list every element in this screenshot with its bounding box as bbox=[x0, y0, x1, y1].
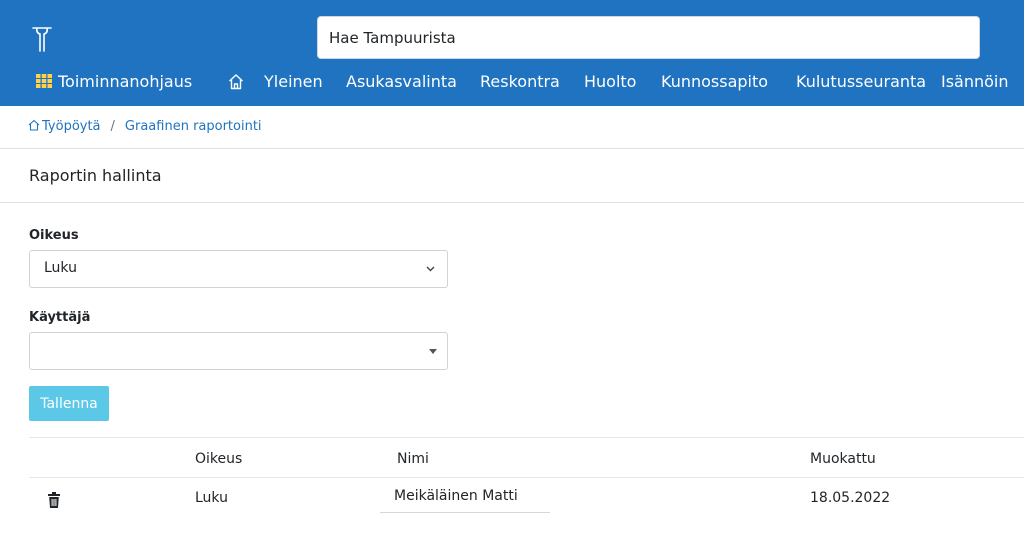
table-cell-oikeus: Luku bbox=[195, 490, 228, 506]
page-title: Raportin hallinta bbox=[29, 166, 162, 185]
kayttaja-select[interactable] bbox=[29, 332, 448, 370]
table-divider bbox=[29, 437, 1024, 438]
nav-item-reskontra[interactable]: Reskontra bbox=[480, 68, 560, 95]
breadcrumb-current: Graafinen raportointi bbox=[124, 119, 262, 134]
nav-item-toiminnanohjaus[interactable]: Toiminnanohjaus bbox=[58, 68, 192, 95]
nav-item-asukasvalinta[interactable]: Asukasvalinta bbox=[346, 68, 457, 95]
chevron-down-icon bbox=[426, 266, 435, 272]
column-header-nimi[interactable]: Nimi bbox=[397, 451, 429, 467]
oikeus-label: Oikeus bbox=[29, 228, 79, 243]
home-icon[interactable] bbox=[28, 119, 40, 131]
column-header-muokattu[interactable]: Muokattu bbox=[810, 451, 876, 467]
kayttaja-label: Käyttäjä bbox=[29, 310, 91, 325]
caret-down-icon bbox=[429, 349, 437, 354]
oikeus-select[interactable]: Luku bbox=[29, 250, 448, 288]
name-underline bbox=[380, 512, 550, 513]
search-input[interactable] bbox=[317, 16, 980, 59]
top-header: Toiminnanohjaus Yleinen Asukasvalinta Re… bbox=[0, 0, 1024, 106]
nav-item-kulutusseuranta[interactable]: Kulutusseuranta bbox=[796, 68, 926, 95]
oikeus-select-value: Luku bbox=[44, 260, 77, 276]
grid-icon bbox=[36, 74, 52, 88]
main-nav: Toiminnanohjaus Yleinen Asukasvalinta Re… bbox=[0, 68, 1024, 95]
home-icon[interactable] bbox=[228, 73, 244, 90]
divider bbox=[0, 148, 1024, 149]
table-cell-nimi: Meikäläinen Matti bbox=[394, 488, 518, 504]
nav-item-huolto[interactable]: Huolto bbox=[584, 68, 636, 95]
trash-icon[interactable] bbox=[48, 492, 60, 508]
nav-item-kunnossapito[interactable]: Kunnossapito bbox=[661, 68, 768, 95]
save-button[interactable]: Tallenna bbox=[29, 386, 109, 421]
divider bbox=[0, 202, 1024, 203]
tampuuri-logo-icon[interactable] bbox=[30, 24, 54, 54]
table-cell-muokattu: 18.05.2022 bbox=[810, 490, 891, 506]
table-divider bbox=[29, 477, 1024, 478]
breadcrumb: Työpöytä / Graafinen raportointi bbox=[28, 117, 262, 137]
breadcrumb-home-link[interactable]: Työpöytä bbox=[42, 119, 101, 134]
nav-item-yleinen[interactable]: Yleinen bbox=[264, 68, 323, 95]
breadcrumb-separator: / bbox=[110, 119, 115, 134]
nav-item-isannointi[interactable]: Isännöin bbox=[941, 68, 1009, 95]
column-header-oikeus[interactable]: Oikeus bbox=[195, 451, 242, 467]
